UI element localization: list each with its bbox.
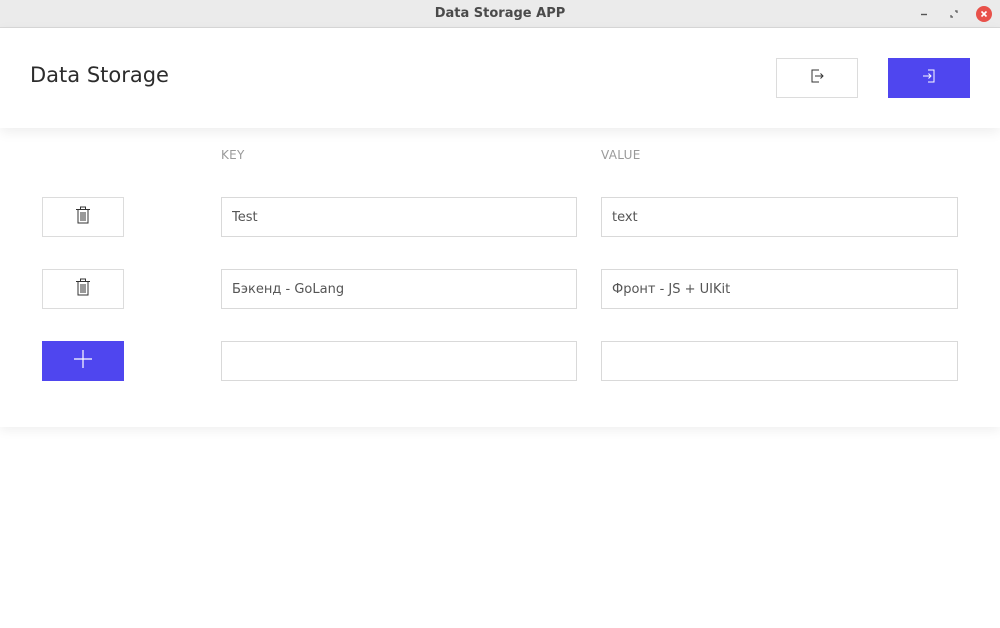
trash-icon: [75, 206, 91, 229]
delete-row-button[interactable]: [42, 197, 124, 237]
export-button[interactable]: [776, 58, 858, 98]
delete-row-button[interactable]: [42, 269, 124, 309]
window-titlebar: Data Storage APP: [0, 0, 1000, 28]
value-input[interactable]: [601, 269, 958, 309]
close-icon[interactable]: [976, 6, 992, 22]
key-input[interactable]: [221, 197, 577, 237]
window-title: Data Storage APP: [434, 6, 566, 21]
plus-icon: [73, 349, 93, 374]
storage-table: KEY VALUE: [0, 128, 1000, 427]
column-header-value: VALUE: [601, 148, 641, 162]
page-title: Data Storage: [30, 63, 169, 87]
value-input[interactable]: [601, 197, 958, 237]
app-header: Data Storage: [0, 28, 1000, 128]
import-icon: [921, 68, 937, 89]
window-controls: [916, 6, 992, 22]
new-key-input[interactable]: [221, 341, 577, 381]
export-icon: [809, 68, 825, 89]
key-input[interactable]: [221, 269, 577, 309]
minimize-icon[interactable]: [916, 6, 932, 22]
column-header-key: KEY: [221, 148, 245, 162]
new-value-input[interactable]: [601, 341, 958, 381]
add-row-button[interactable]: [42, 341, 124, 381]
restore-icon[interactable]: [946, 6, 962, 22]
trash-icon: [75, 278, 91, 301]
import-button[interactable]: [888, 58, 970, 98]
